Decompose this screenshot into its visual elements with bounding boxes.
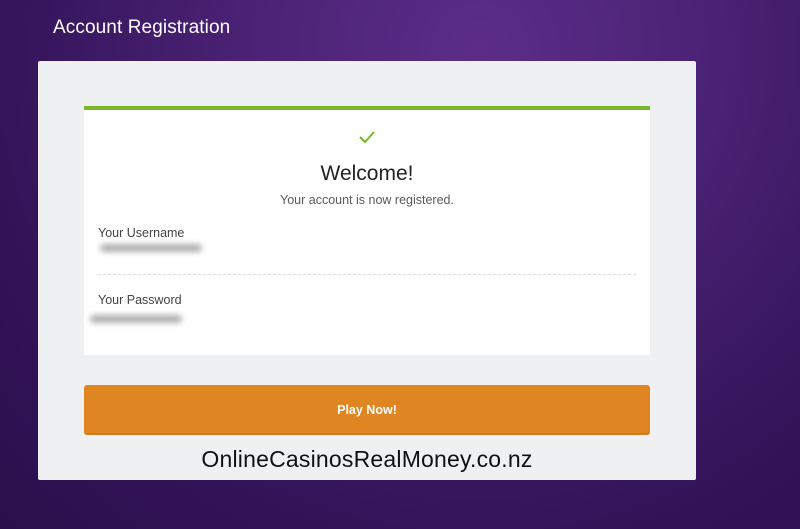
welcome-title: Welcome! [320,162,414,185]
password-label: Your Password [98,293,182,307]
welcome-card: Welcome! Your account is now registered.… [84,106,650,355]
page-title: Account Registration [53,17,231,38]
password-value-redacted [90,315,182,323]
username-value-redacted [100,244,202,252]
field-divider [98,274,636,275]
checkmark-icon [84,130,650,150]
username-label: Your Username [98,226,185,240]
welcome-subtitle: Your account is now registered. [280,193,454,207]
checkmark-icon-svg [359,131,375,144]
registration-panel: Welcome! Your account is now registered.… [38,61,696,480]
play-now-button[interactable]: Play Now! [84,385,650,435]
watermark-text: OnlineCasinosRealMoney.co.nz [201,446,533,472]
